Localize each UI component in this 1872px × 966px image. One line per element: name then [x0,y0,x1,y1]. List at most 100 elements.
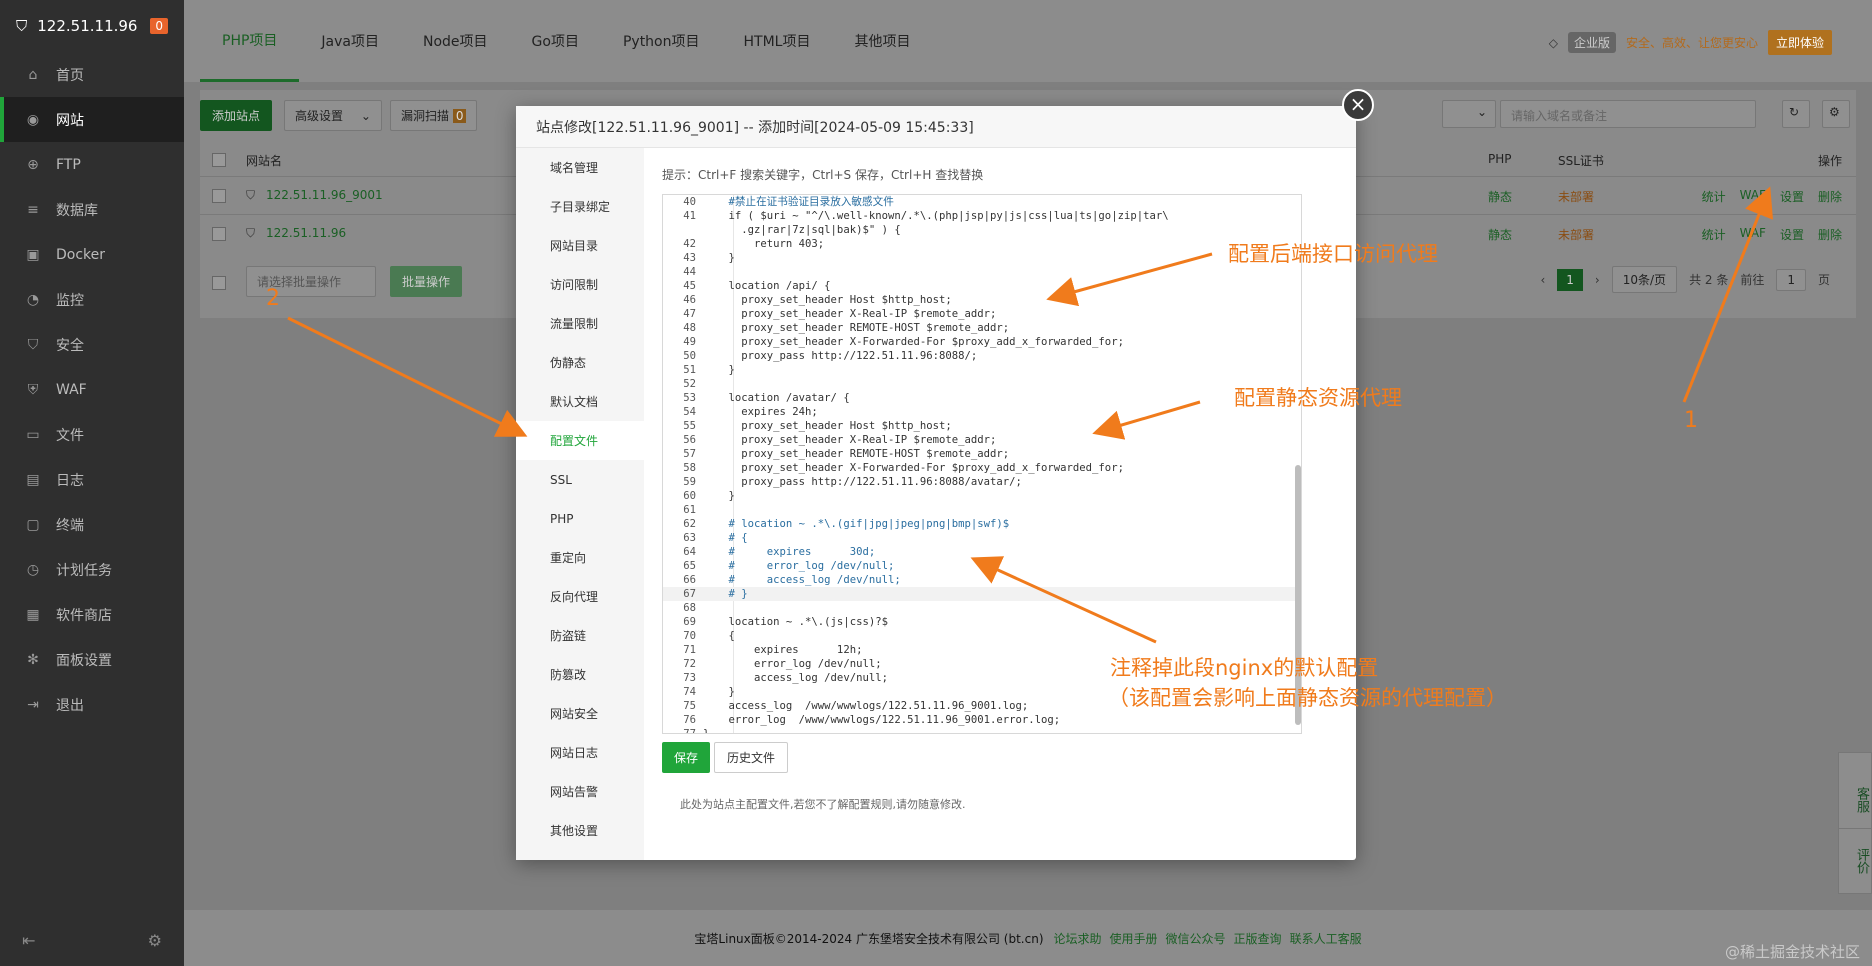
tab-4[interactable]: Python项目 [601,0,722,82]
col-ssl[interactable]: SSL证书 [1558,152,1604,169]
sidebar-item-14[interactable]: ⇥ 退出 [0,682,184,727]
collapse-icon[interactable]: ⇤ [22,931,35,950]
settings-icon[interactable]: ⚙ [148,931,162,950]
modal-nav-item-13[interactable]: 防篡改 [516,655,644,694]
modal-nav-item-16[interactable]: 网站告警 [516,772,644,811]
row-checkbox[interactable] [212,189,226,203]
footer-link-3[interactable]: 正版查询 [1234,930,1282,947]
per-page-select[interactable]: 10条/页 [1611,266,1678,293]
select-all-bottom-checkbox[interactable] [212,276,226,290]
settings-gear-icon[interactable]: ⚙ [1822,100,1850,128]
goto-page-input[interactable]: 1 [1776,268,1806,291]
modal-nav-item-3[interactable]: 访问限制 [516,265,644,304]
row-action-2[interactable]: 设置 [1780,226,1804,243]
tab-6[interactable]: 其他项目 [832,0,932,82]
store-icon: ▦ [26,606,40,623]
select-all-checkbox[interactable] [212,153,226,167]
tab-5[interactable]: HTML项目 [722,0,833,82]
modal-nav-item-11[interactable]: 反向代理 [516,577,644,616]
category-select[interactable]: ⌄ [1442,100,1496,128]
modal-nav-item-15[interactable]: 网站日志 [516,733,644,772]
code-line: 63 # { [663,531,1301,545]
php-version[interactable]: 静态 [1488,188,1512,205]
history-button[interactable]: 历史文件 [714,742,789,773]
code-line: 69 location ~ .*\.(js|css)?$ [663,615,1301,629]
modal-nav-item-5[interactable]: 伪静态 [516,343,644,382]
line-text: # } [703,588,748,600]
ssl-status[interactable]: 未部署 [1558,188,1594,205]
col-name[interactable]: 网站名 [246,152,282,169]
modal-nav-item-7[interactable]: 配置文件 [516,421,644,460]
modal-nav-item-9[interactable]: PHP [516,499,644,538]
code-line: 77} [663,727,1301,733]
sidebar-item-1[interactable]: ◉ 网站 [0,97,184,142]
row-action-1[interactable]: WAF [1740,226,1766,243]
footer-link-4[interactable]: 联系人工客服 [1290,930,1362,947]
modal-nav-item-17[interactable]: 其他设置 [516,811,644,850]
sidebar-item-11[interactable]: ◷ 计划任务 [0,547,184,592]
col-php: PHP [1488,152,1512,166]
feedback-button[interactable]: 评价 [1838,828,1872,894]
sidebar-item-3[interactable]: ≡ 数据库 [0,187,184,232]
modal-nav-item-14[interactable]: 网站安全 [516,694,644,733]
line-number: 55 [683,420,696,432]
notice-badge[interactable]: 0 [150,18,168,34]
code-line: 40 #禁止在证书验证目录放入敏感文件 [663,195,1301,209]
php-version[interactable]: 静态 [1488,226,1512,243]
site-name-link[interactable]: 122.51.11.96 [266,226,346,240]
code-line: 64 # expires 30d; [663,545,1301,559]
sidebar-item-9[interactable]: ▤ 日志 [0,457,184,502]
tab-3[interactable]: Go项目 [510,0,601,82]
sidebar-item-5[interactable]: ◔ 监控 [0,277,184,322]
modal-nav-item-6[interactable]: 默认文档 [516,382,644,421]
row-action-2[interactable]: 设置 [1780,188,1804,205]
row-action-0[interactable]: 统计 [1702,226,1726,243]
add-site-button[interactable]: 添加站点 [200,100,273,131]
sidebar-item-0[interactable]: ⌂ 首页 [0,52,184,97]
promo-button[interactable]: 立即体验 [1767,30,1832,55]
footer-link-1[interactable]: 使用手册 [1110,930,1158,947]
vuln-scan-button[interactable]: 漏洞扫描 0 [390,100,478,131]
modal-nav-item-2[interactable]: 网站目录 [516,226,644,265]
search-input[interactable]: 请输入域名或备注 [1500,100,1756,128]
next-page-icon[interactable]: › [1595,273,1600,287]
close-icon[interactable]: × [1342,89,1374,121]
row-action-1[interactable]: WAF [1740,188,1766,205]
chevron-down-icon: ⌄ [1476,105,1487,119]
modal-nav-item-8[interactable]: SSL [516,460,644,499]
code-line: 44 [663,265,1301,279]
tab-1[interactable]: Java项目 [299,0,401,82]
site-name-link[interactable]: 122.51.11.96_9001 [266,188,383,202]
tab-2[interactable]: Node项目 [401,0,510,82]
sidebar-item-13[interactable]: ✻ 面板设置 [0,637,184,682]
sidebar-item-2[interactable]: ⊕ FTP [0,142,184,187]
ssl-status[interactable]: 未部署 [1558,226,1594,243]
modal-nav-item-12[interactable]: 防盗链 [516,616,644,655]
row-checkbox[interactable] [212,227,226,241]
sidebar-item-6[interactable]: ⛉ 安全 [0,322,184,367]
refresh-icon[interactable]: ↻ [1782,100,1810,128]
sidebar-item-8[interactable]: ▭ 文件 [0,412,184,457]
page-number[interactable]: 1 [1557,268,1583,291]
modal-nav-item-4[interactable]: 流量限制 [516,304,644,343]
sidebar-item-10[interactable]: ▢ 终端 [0,502,184,547]
tab-0[interactable]: PHP项目 [200,0,300,82]
sidebar-item-4[interactable]: ▣ Docker [0,232,184,277]
modal-nav-item-1[interactable]: 子目录绑定 [516,187,644,226]
prev-page-icon[interactable]: ‹ [1540,273,1545,287]
footer-link-0[interactable]: 论坛求助 [1054,930,1102,947]
batch-button[interactable]: 批量操作 [390,266,463,297]
modal-nav-item-0[interactable]: 域名管理 [516,148,644,187]
advanced-settings-button[interactable]: 高级设置 ⌄ [284,100,382,131]
sidebar-item-7[interactable]: ⛨ WAF [0,367,184,412]
code-line: 66 # access_log /dev/null; [663,573,1301,587]
save-button[interactable]: 保存 [662,742,711,773]
footer-link-2[interactable]: 微信公众号 [1166,930,1226,947]
sidebar: ⛉ 122.51.11.96 0 ⌂ 首页 ◉ 网站 ⊕ FTP ≡ 数据库 ▣ Docker ◔ 监… [0,0,184,966]
sidebar-item-12[interactable]: ▦ 软件商店 [0,592,184,637]
modal-nav-item-10[interactable]: 重定向 [516,538,644,577]
row-action-3[interactable]: 删除 [1818,226,1842,243]
code-line: 52 [663,377,1301,391]
row-action-3[interactable]: 删除 [1818,188,1842,205]
row-action-0[interactable]: 统计 [1702,188,1726,205]
